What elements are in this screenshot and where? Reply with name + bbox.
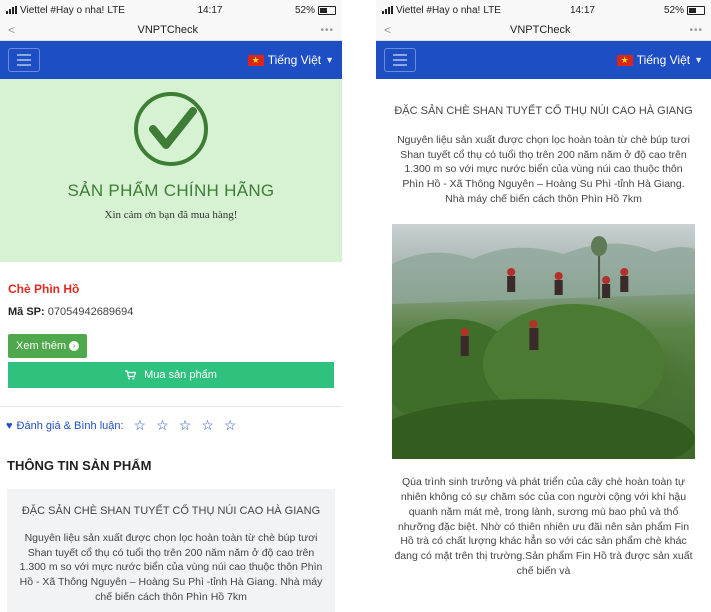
battery-percent: 52% — [294, 4, 315, 16]
rating-label: Đánh giá & Bình luận: — [16, 419, 124, 432]
star-3-icon[interactable]: ☆ — [179, 417, 192, 434]
back-button[interactable]: < — [384, 23, 391, 37]
language-label: Tiếng Việt — [267, 53, 322, 67]
more-menu-button[interactable]: ••• — [320, 25, 334, 36]
status-time: 14:17 — [197, 4, 223, 16]
page-title: VNPTCheck — [509, 24, 571, 36]
checkmark-circle-icon — [134, 92, 208, 166]
product-summary: Chè Phìn Hồ Mã SP: 07054942689694 Xem th… — [0, 262, 342, 388]
star-5-icon[interactable]: ☆ — [224, 417, 237, 434]
hamburger-menu-button[interactable] — [384, 48, 416, 72]
product-code-label: Mã SP: — [8, 306, 45, 318]
browser-title-bar: < VNPTCheck ••• — [0, 20, 342, 41]
star-4-icon[interactable]: ☆ — [201, 417, 214, 434]
product-code: Mã SP: 07054942689694 — [8, 306, 334, 318]
vietnam-flag-icon: ★ — [616, 54, 633, 66]
product-info-box: ĐẶC SẢN CHÈ SHAN TUYẾT CỔ THỤ NÚI CAO HÀ… — [7, 489, 335, 612]
right-phone-screen: Viettel #Hay o nha! LTE 14:17 52% < VNPT… — [376, 0, 711, 612]
info-paragraph-2: Qúa trình sinh trưởng và phát triển của … — [394, 476, 693, 577]
top-navbar: ★ Tiếng Việt ▼ — [376, 41, 711, 79]
cart-icon — [125, 370, 137, 380]
info-paragraph: Nguyên liệu sản xuất được chọn lọc hoàn … — [397, 134, 690, 205]
status-bar: Viettel #Hay o nha! LTE 14:17 52% — [0, 0, 342, 20]
info-paragraph: Nguyên liệu sản xuất được chọn lọc hoàn … — [19, 532, 323, 603]
status-time: 14:17 — [569, 4, 595, 16]
status-bar: Viettel #Hay o nha! LTE 14:17 52% — [376, 0, 711, 20]
authentic-title: SẢN PHẨM CHÍNH HÃNG — [67, 181, 275, 200]
carrier-name: Viettel #Hay o nha! — [396, 4, 481, 16]
arrow-right-circle-icon: › — [69, 341, 80, 352]
battery-icon — [317, 5, 336, 15]
carrier-name: Viettel #Hay o nha! — [20, 4, 105, 16]
product-info-heading: THÔNG TIN SẢN PHẨM — [7, 458, 152, 473]
tea-plantation-photo — [392, 224, 695, 460]
rating-row: ♥ Đánh giá & Bình luận: ☆ ☆ ☆ ☆ ☆ — [0, 406, 342, 434]
info-heading: ĐẶC SẢN CHÈ SHAN TUYẾT CỔ THỤ NÚI CAO HÀ… — [394, 105, 693, 117]
language-selector[interactable]: ★ Tiếng Việt ▼ — [616, 53, 703, 67]
vietnam-flag-icon: ★ — [247, 54, 264, 66]
heart-icon: ♥ — [6, 419, 13, 432]
star-1-icon[interactable]: ☆ — [134, 417, 147, 434]
browser-title-bar: < VNPTCheck ••• — [376, 20, 711, 41]
info-heading: ĐẶC SẢN CHÈ SHAN TUYẾT CỔ THỤ NÚI CAO HÀ… — [21, 505, 321, 517]
left-phone-screen: Viettel #Hay o nha! LTE 14:17 52% < VNPT… — [0, 0, 342, 612]
buy-product-button[interactable]: Mua sản phẩm — [8, 362, 334, 388]
chevron-down-icon: ▼ — [325, 55, 334, 65]
star-rating: ☆ ☆ ☆ ☆ ☆ — [134, 417, 237, 434]
authentic-banner: SẢN PHẨM CHÍNH HÃNG Xin cảm ơn bạn đã mu… — [0, 79, 342, 262]
product-code-value: 07054942689694 — [47, 306, 134, 318]
top-navbar: ★ Tiếng Việt ▼ — [0, 41, 342, 79]
battery-percent: 52% — [663, 4, 684, 16]
tea-pickers-illustration — [392, 236, 695, 460]
language-label: Tiếng Việt — [636, 53, 691, 67]
signal-icon — [382, 6, 393, 14]
chevron-down-icon: ▼ — [694, 55, 703, 65]
battery-icon — [686, 5, 705, 15]
signal-icon — [6, 6, 17, 14]
hamburger-menu-button[interactable] — [8, 48, 40, 72]
more-menu-button[interactable]: ••• — [689, 25, 703, 36]
buy-product-label: Mua sản phẩm — [144, 369, 217, 381]
star-2-icon[interactable]: ☆ — [156, 417, 169, 434]
page-title: VNPTCheck — [137, 24, 199, 36]
see-more-button[interactable]: Xem thêm › — [8, 334, 88, 358]
back-button[interactable]: < — [8, 23, 15, 37]
product-info-content: ĐẶC SẢN CHÈ SHAN TUYẾT CỔ THỤ NÚI CAO HÀ… — [376, 105, 711, 578]
product-name: Chè Phìn Hồ — [8, 282, 80, 296]
language-selector[interactable]: ★ Tiếng Việt ▼ — [247, 53, 334, 67]
network-type: LTE — [483, 4, 501, 16]
see-more-label: Xem thêm — [16, 340, 67, 352]
thank-you-text: Xin cảm ơn bạn đã mua hàng! — [104, 209, 238, 221]
network-type: LTE — [107, 4, 125, 16]
